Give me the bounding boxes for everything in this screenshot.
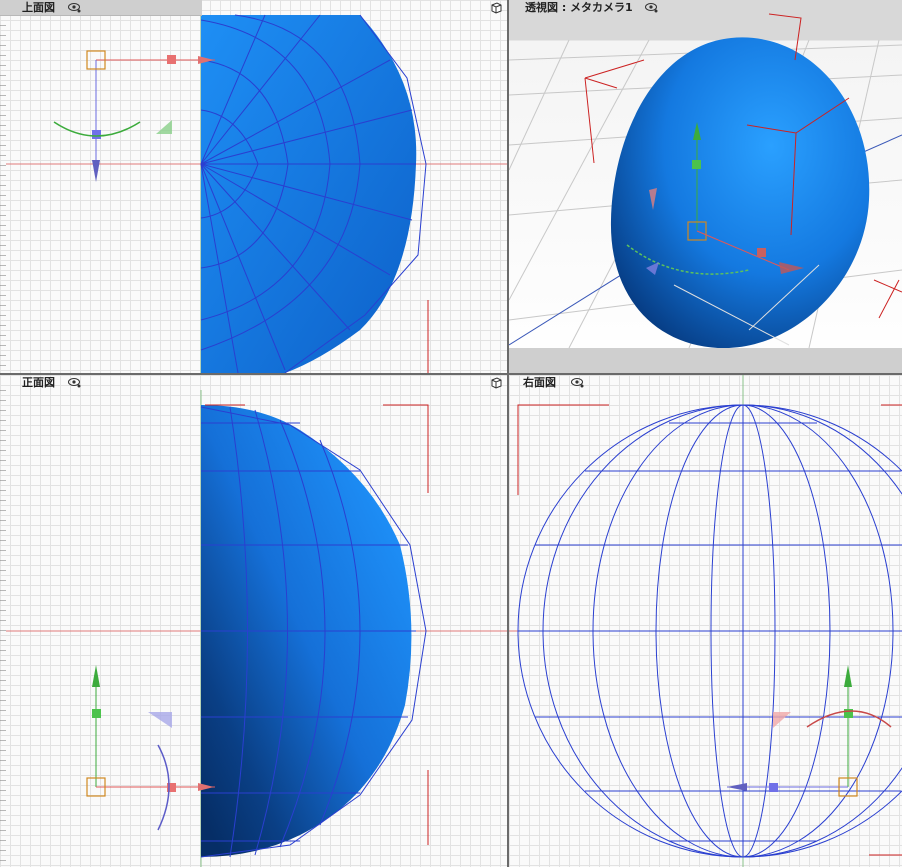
eye-icon[interactable] bbox=[68, 2, 81, 13]
x-move-handle[interactable] bbox=[167, 55, 176, 64]
scale-handle[interactable] bbox=[148, 712, 172, 728]
vertical-ruler bbox=[0, 390, 6, 867]
vertical-ruler bbox=[0, 15, 6, 373]
front-view-scene[interactable] bbox=[0, 375, 507, 867]
viewport-right[interactable]: 右面図 bbox=[509, 375, 902, 867]
eye-icon[interactable] bbox=[68, 377, 81, 388]
right-view-scene[interactable] bbox=[509, 375, 902, 867]
transform-manipulator[interactable] bbox=[86, 665, 215, 831]
eye-icon[interactable] bbox=[645, 2, 658, 13]
viewport-perspective[interactable]: 透視図 : メタカメラ1 bbox=[509, 0, 902, 373]
viewport-title: 右面図 bbox=[523, 376, 556, 389]
scale-handle[interactable] bbox=[773, 712, 791, 728]
sphere-wireframe[interactable] bbox=[517, 404, 902, 858]
viewport-top[interactable]: 上面図 bbox=[0, 0, 507, 373]
z-move-handle[interactable] bbox=[92, 130, 101, 139]
eye-icon[interactable] bbox=[571, 377, 584, 388]
viewport-titlebar: 上面図 bbox=[0, 0, 202, 16]
transform-manipulator[interactable] bbox=[727, 665, 892, 797]
sphere-shaded bbox=[201, 15, 417, 373]
cube-icon[interactable] bbox=[490, 376, 503, 389]
viewport-front[interactable]: 正面図 bbox=[0, 375, 507, 867]
z-move-handle[interactable] bbox=[769, 783, 778, 792]
viewport-title: 上面図 bbox=[22, 1, 55, 14]
scale-handle[interactable] bbox=[156, 120, 172, 134]
cube-icon[interactable] bbox=[490, 1, 503, 14]
viewport-titlebar: 右面図 bbox=[509, 375, 709, 390]
transform-manipulator[interactable] bbox=[53, 50, 215, 182]
perspective-view-scene[interactable] bbox=[509, 0, 902, 373]
viewport-title: 正面図 bbox=[22, 376, 55, 389]
viewport-titlebar: 正面図 bbox=[0, 375, 202, 390]
top-view-scene[interactable] bbox=[0, 0, 507, 373]
viewport-titlebar: 透視図 : メタカメラ1 bbox=[509, 0, 902, 15]
viewport-title: 透視図 : メタカメラ1 bbox=[525, 1, 633, 14]
y-move-handle[interactable] bbox=[92, 709, 101, 718]
